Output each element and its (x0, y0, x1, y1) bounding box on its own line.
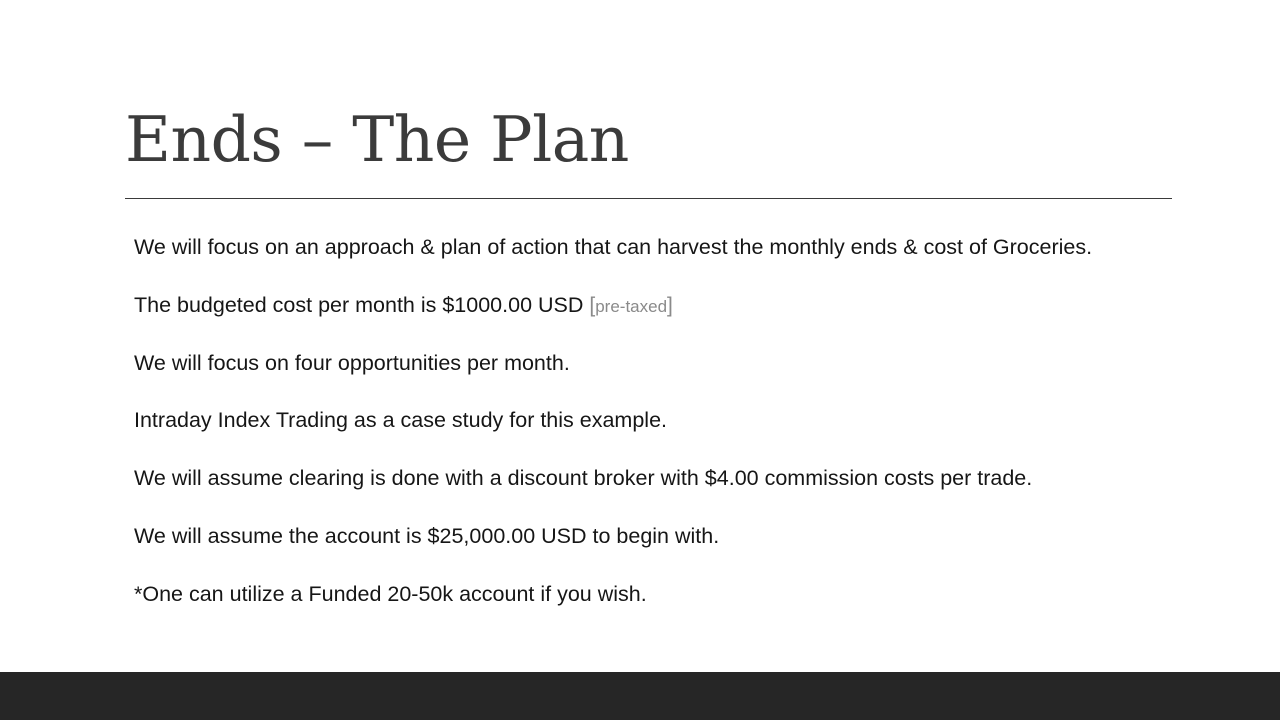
bullet-item: We will focus on four opportunities per … (134, 346, 1174, 404)
bullet-item: We will assume the account is $25,000.00… (134, 519, 1174, 577)
pre-taxed-note: [pre-taxed] (589, 294, 673, 317)
note-text: pre-taxed (595, 296, 668, 316)
bullet-text: Intraday Index Trading as a case study f… (134, 408, 668, 433)
bullet-text: The budgeted cost per month is $1000.00 … (134, 292, 584, 317)
bullet-text: We will assume clearing is done with a d… (134, 466, 1033, 491)
note-close-bracket: ] (667, 293, 673, 317)
bullet-item: *One can utilize a Funded 20-50k account… (134, 577, 1174, 635)
bullet-text: We will focus on four opportunities per … (134, 350, 570, 375)
slide: Ends – The Plan We will focus on an appr… (0, 0, 1280, 720)
bullet-list: We will focus on an approach & plan of a… (134, 230, 1174, 635)
bullet-item: Intraday Index Trading as a case study f… (134, 403, 1174, 461)
bullet-text: We will assume the account is $25,000.00… (134, 523, 720, 548)
bullet-item: The budgeted cost per month is $1000.00 … (134, 288, 1174, 346)
bullet-item: We will assume clearing is done with a d… (134, 461, 1174, 519)
slide-title: Ends – The Plan (125, 103, 629, 176)
bullet-item: We will focus on an approach & plan of a… (134, 230, 1174, 288)
title-divider (125, 198, 1172, 199)
bullet-text: We will focus on an approach & plan of a… (134, 235, 1093, 259)
footer-bar (0, 672, 1280, 720)
bullet-text: *One can utilize a Funded 20-50k account… (134, 581, 647, 606)
